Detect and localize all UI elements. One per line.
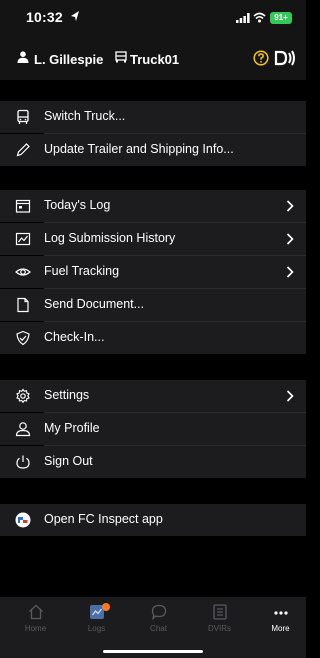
menu-item-fuel-tracking[interactable]: Fuel Tracking bbox=[0, 256, 306, 288]
menu-label-sign-out: Sign Out bbox=[44, 454, 93, 468]
tab-label-home: Home bbox=[24, 624, 47, 633]
chevron-right-icon bbox=[286, 233, 294, 245]
tab-more[interactable]: More bbox=[250, 601, 311, 637]
menu-label-todays-log: Today's Log bbox=[44, 198, 111, 212]
menu-item-check-in[interactable]: Check-In... bbox=[0, 322, 306, 354]
menu-label-update-trailer: Update Trailer and Shipping Info... bbox=[44, 142, 234, 156]
chat-icon bbox=[151, 604, 166, 621]
more-icon bbox=[273, 611, 288, 615]
check-shield-icon bbox=[16, 330, 30, 346]
status-time: 10:32 bbox=[26, 9, 63, 25]
menu-item-sign-out[interactable]: Sign Out bbox=[0, 446, 306, 478]
user-icon bbox=[17, 51, 29, 63]
home-indicator bbox=[103, 650, 203, 653]
menu-item-send-document[interactable]: Send Document... bbox=[0, 289, 306, 321]
truck-icon bbox=[115, 51, 127, 63]
truck-name[interactable]: Truck01 bbox=[130, 52, 179, 67]
bus-icon bbox=[17, 109, 29, 124]
chart-icon bbox=[15, 232, 31, 246]
location-arrow-icon bbox=[71, 11, 79, 21]
driver-name[interactable]: L. Gillespie bbox=[34, 52, 103, 67]
menu-item-switch-truck[interactable]: Switch Truck... bbox=[0, 101, 306, 133]
status-bar: 10:32 91+ bbox=[0, 0, 306, 40]
tab-label-dvirs: DVIRs bbox=[207, 624, 232, 633]
gear-icon bbox=[16, 388, 30, 404]
tab-logs[interactable]: Logs bbox=[66, 601, 127, 637]
tab-bar: Home Logs Chat DVIRs More bbox=[0, 597, 306, 658]
tab-home[interactable]: Home bbox=[5, 601, 66, 637]
menu-item-log-submission-history[interactable]: Log Submission History bbox=[0, 223, 306, 255]
fc-inspect-icon bbox=[15, 512, 31, 528]
menu-label-log-submission-history: Log Submission History bbox=[44, 231, 176, 245]
app-header: L. Gillespie Truck01 bbox=[0, 40, 306, 80]
battery-indicator: 91+ bbox=[270, 12, 292, 24]
menu-item-open-fc-inspect[interactable]: Open FC Inspect app bbox=[0, 504, 306, 536]
chevron-right-icon bbox=[286, 266, 294, 278]
dvirs-icon bbox=[212, 604, 227, 620]
tab-label-chat: Chat bbox=[150, 624, 167, 633]
chevron-right-icon bbox=[286, 390, 294, 402]
help-icon[interactable] bbox=[253, 50, 269, 66]
signal-bars-icon bbox=[236, 13, 250, 23]
home-icon bbox=[28, 604, 43, 620]
wifi-icon bbox=[253, 12, 266, 23]
tab-label-logs: Logs bbox=[87, 624, 106, 633]
menu-item-settings[interactable]: Settings bbox=[0, 380, 306, 412]
eye-icon bbox=[15, 268, 31, 276]
menu-label-my-profile: My Profile bbox=[44, 421, 100, 435]
tab-chat[interactable]: Chat bbox=[128, 601, 189, 637]
connection-signal-icon[interactable] bbox=[274, 49, 296, 67]
menu-label-check-in: Check-In... bbox=[44, 330, 105, 344]
menu-label-send-document: Send Document... bbox=[44, 297, 145, 311]
notification-badge bbox=[102, 603, 110, 611]
menu-item-update-trailer[interactable]: Update Trailer and Shipping Info... bbox=[0, 134, 306, 166]
calendar-icon bbox=[15, 199, 31, 213]
power-icon bbox=[16, 455, 30, 469]
menu-label-open-fc-inspect: Open FC Inspect app bbox=[44, 512, 163, 526]
document-icon bbox=[17, 297, 29, 313]
tab-label-more: More bbox=[271, 624, 290, 633]
menu-item-todays-log[interactable]: Today's Log bbox=[0, 190, 306, 222]
menu-label-settings: Settings bbox=[44, 388, 90, 402]
pencil-icon bbox=[16, 143, 30, 157]
menu-label-switch-truck: Switch Truck... bbox=[44, 109, 126, 123]
menu-label-fuel-tracking: Fuel Tracking bbox=[44, 264, 120, 278]
chevron-right-icon bbox=[286, 200, 294, 212]
menu-item-my-profile[interactable]: My Profile bbox=[0, 413, 306, 445]
tab-dvirs[interactable]: DVIRs bbox=[189, 601, 250, 637]
person-icon bbox=[15, 422, 31, 437]
